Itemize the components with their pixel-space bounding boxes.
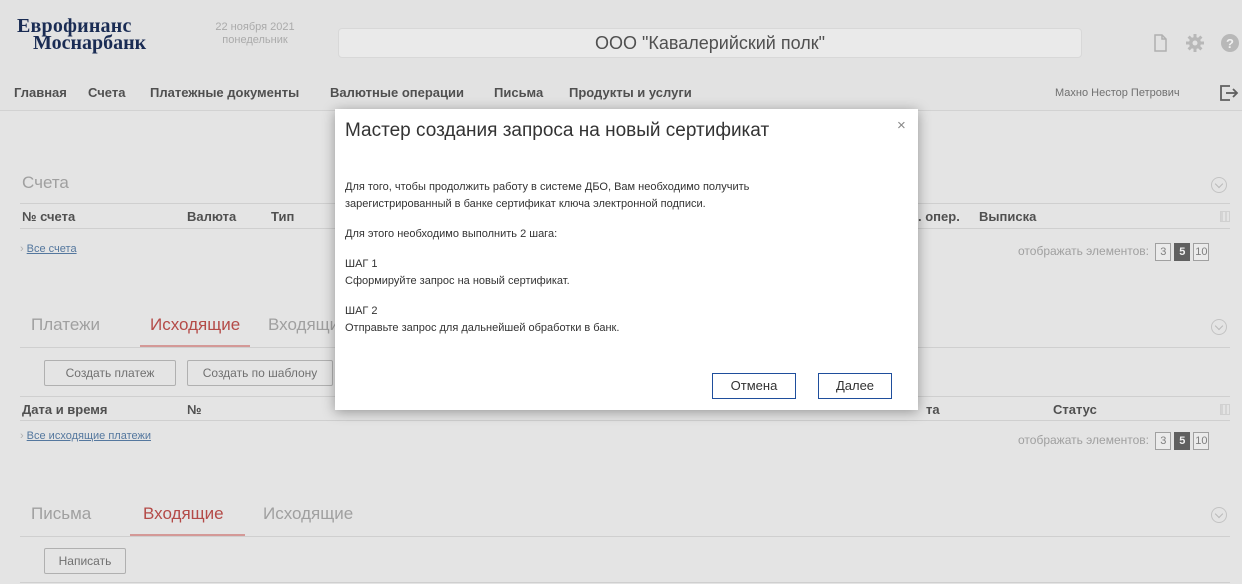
step1-title: ШАГ 1 (345, 258, 378, 270)
page: Еврофинанс Моснарбанк 22 ноября 2021 пон… (0, 0, 1242, 584)
step2-title: ШАГ 2 (345, 305, 378, 317)
dialog-paragraph: Для того, чтобы продолжить работу в сист… (345, 179, 905, 213)
step2-text: Отправьте запрос для дальнейшей обработк… (345, 322, 620, 334)
dialog-paragraph: Для этого необходимо выполнить 2 шага: (345, 228, 558, 240)
next-button[interactable]: Далее (818, 373, 892, 399)
dialog-body: Для того, чтобы продолжить работу в сист… (345, 179, 905, 350)
step2: ШАГ 2 Отправьте запрос для дальнейшей об… (345, 303, 905, 337)
close-icon[interactable]: × (897, 117, 906, 134)
paragraph1-line1: Для того, чтобы продолжить работу в сист… (345, 181, 750, 193)
step1: ШАГ 1 Сформируйте запрос на новый сертиф… (345, 256, 905, 290)
step1-text: Сформируйте запрос на новый сертификат. (345, 275, 570, 287)
paragraph1-line2: зарегистрированный в банке сертификат кл… (345, 198, 706, 210)
cancel-button[interactable]: Отмена (712, 373, 796, 399)
certificate-request-dialog: Мастер создания запроса на новый сертифи… (335, 109, 918, 410)
dialog-title: Мастер создания запроса на новый сертифи… (345, 120, 770, 141)
